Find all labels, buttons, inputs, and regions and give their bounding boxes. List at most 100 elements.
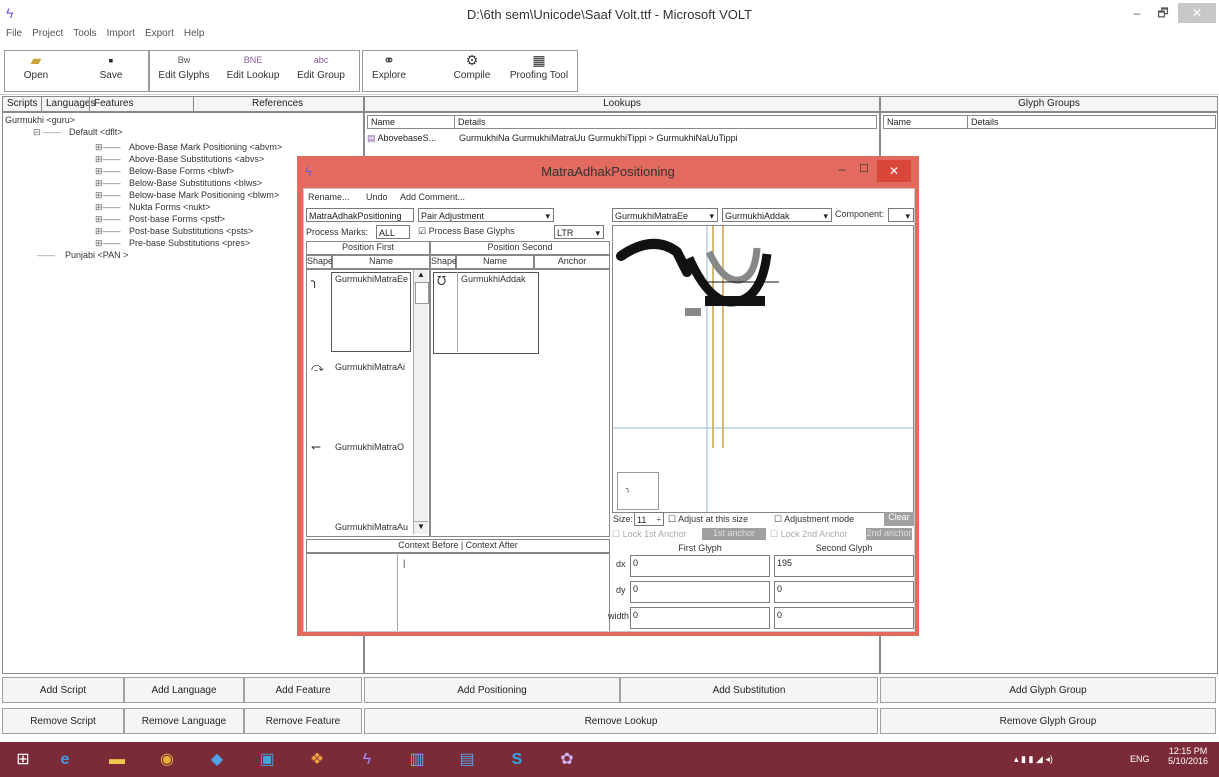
add-comment-menu[interactable]: Add Comment...: [400, 192, 465, 202]
tree-expander[interactable]: ⊞——: [95, 154, 121, 165]
glyph-groups-col-name[interactable]: Name: [883, 115, 968, 129]
preview-second-select[interactable]: GurmukhiAddak ▾: [722, 208, 832, 222]
list-item[interactable]: GurmukhiMatraAu: [335, 522, 408, 532]
tab-scripts[interactable]: Scripts: [7, 97, 38, 111]
tree-node-punjabi[interactable]: Punjabi <PAN >: [65, 250, 128, 260]
menu-tools[interactable]: Tools: [73, 28, 96, 39]
file-explorer-icon[interactable]: ▬: [100, 747, 134, 773]
undo-menu[interactable]: Undo: [366, 192, 388, 202]
col-shape-second[interactable]: Shape: [430, 255, 457, 269]
process-base-glyphs-checkbox[interactable]: ☑ Process Base Glyphs: [418, 226, 515, 237]
width-first-field[interactable]: 0: [630, 607, 770, 629]
open-button[interactable]: ▰ Open: [8, 50, 64, 90]
scroll-down-icon[interactable]: ▼: [414, 521, 428, 534]
first-anchor-button[interactable]: 1st anchor: [702, 528, 766, 540]
tree-feature-psts[interactable]: Post-base Substitutions <psts>: [129, 226, 253, 236]
remove-glyph-group-button[interactable]: Remove Glyph Group: [880, 708, 1216, 734]
skype-icon[interactable]: S: [500, 747, 534, 773]
add-substitution-button[interactable]: Add Substitution: [620, 677, 878, 703]
minimize-button[interactable]: –: [1124, 3, 1150, 23]
tree-feature-blws[interactable]: Below-Base Substitutions <blws>: [129, 178, 262, 188]
app-icon-blue[interactable]: ◆: [200, 747, 234, 773]
add-script-button[interactable]: Add Script: [2, 677, 124, 703]
tree-feature-pstf[interactable]: Post-base Forms <pstf>: [129, 214, 225, 224]
lookups-col-name[interactable]: Name: [367, 115, 456, 129]
internet-explorer-icon[interactable]: e: [48, 747, 82, 773]
tree-feature-nukt[interactable]: Nukta Forms <nukt>: [129, 202, 211, 212]
list-item[interactable]: GurmukhiMatraEe: [335, 274, 408, 284]
app-icon-teal[interactable]: ▣: [250, 747, 284, 773]
tree-expander[interactable]: ⊞——: [95, 226, 121, 237]
tree-expander[interactable]: ⊞——: [95, 238, 121, 249]
tree-feature-abvm[interactable]: Above-Base Mark Positioning <abvm>: [129, 142, 282, 152]
language-indicator[interactable]: ENG: [1130, 754, 1150, 764]
tree-expander[interactable]: ⊟: [33, 127, 41, 138]
direction-select[interactable]: LTR ▾: [554, 225, 604, 239]
add-language-button[interactable]: Add Language: [124, 677, 244, 703]
proofing-tool-button[interactable]: ▦ Proofing Tool: [504, 50, 574, 90]
tree-expander[interactable]: ⊞——: [95, 166, 121, 177]
edit-group-button[interactable]: abc Edit Group: [288, 50, 354, 90]
dialog-minimize-button[interactable]: –: [831, 162, 853, 180]
lookup-name-field[interactable]: MatraAdhakPositioning: [306, 208, 414, 222]
app-icon-doc[interactable]: ▤: [450, 747, 484, 773]
list-item[interactable]: GurmukhiMatraO: [335, 442, 404, 452]
tree-node-default[interactable]: Default <dflt>: [69, 127, 123, 137]
glyph-preview-canvas[interactable]: ╮: [612, 225, 914, 513]
table-row[interactable]: ▤ AbovebaseS... GurmukhiNa GurmukhiMatra…: [367, 133, 877, 147]
explore-button[interactable]: ⚭ Explore: [364, 50, 414, 90]
close-button[interactable]: ✕: [1178, 3, 1216, 23]
chrome-icon[interactable]: ◉: [150, 747, 184, 773]
dy-first-field[interactable]: 0: [630, 581, 770, 603]
start-windows-icon[interactable]: ⊞: [6, 747, 40, 773]
app-icon-dual[interactable]: ▥: [400, 747, 434, 773]
add-glyph-group-button[interactable]: Add Glyph Group: [880, 677, 1216, 703]
tab-references[interactable]: References: [193, 97, 303, 111]
process-marks-field[interactable]: ALL: [376, 225, 410, 239]
adjustment-type-select[interactable]: Pair Adjustment ▾: [418, 208, 554, 222]
tree-feature-abvs[interactable]: Above-Base Substitutions <abvs>: [129, 154, 264, 164]
col-shape-first[interactable]: Shape: [306, 255, 333, 269]
tree-expander[interactable]: ⊞——: [95, 142, 121, 153]
tree-expander[interactable]: ⊞——: [95, 190, 121, 201]
menu-export[interactable]: Export: [145, 28, 174, 39]
preview-first-select[interactable]: GurmukhiMatraEe ▾: [612, 208, 718, 222]
tree-expander[interactable]: ⊞——: [95, 214, 121, 225]
menu-file[interactable]: File: [6, 28, 22, 39]
col-name-first[interactable]: Name: [332, 255, 430, 269]
size-stepper[interactable]: 11 ÷: [634, 512, 664, 526]
adjustment-mode-checkbox[interactable]: ☐ Adjustment mode: [774, 514, 854, 525]
rename-menu[interactable]: Rename...: [308, 192, 350, 202]
menu-project[interactable]: Project: [32, 28, 63, 39]
scroll-thumb[interactable]: [415, 282, 429, 304]
lock-second-anchor-checkbox[interactable]: ☐ Lock 2nd Anchor: [770, 529, 848, 540]
menu-import[interactable]: Import: [107, 28, 135, 39]
list-item[interactable]: GurmukhiAddak: [461, 274, 526, 284]
volt-icon[interactable]: ϟ: [350, 747, 384, 773]
tree-node-gurmukhi[interactable]: Gurmukhi <guru>: [5, 115, 75, 125]
dy-second-field[interactable]: 0: [774, 581, 914, 603]
add-feature-button[interactable]: Add Feature: [244, 677, 362, 703]
width-second-field[interactable]: 0: [774, 607, 914, 629]
clock[interactable]: 12:15 PM 5/10/2016: [1168, 746, 1208, 766]
restore-button[interactable]: 🗗: [1150, 3, 1176, 23]
clear-button[interactable]: Clear: [884, 512, 914, 526]
component-select[interactable]: ▾: [888, 208, 914, 222]
remove-feature-button[interactable]: Remove Feature: [244, 708, 362, 734]
dx-second-field[interactable]: 195: [774, 555, 914, 577]
tree-feature-pres[interactable]: Pre-base Substitutions <pres>: [129, 238, 250, 248]
remove-script-button[interactable]: Remove Script: [2, 708, 124, 734]
tree-expander[interactable]: ⊞——: [95, 202, 121, 213]
second-anchor-button[interactable]: 2nd anchor: [866, 528, 912, 540]
col-anchor-second[interactable]: Anchor: [534, 255, 610, 269]
edit-lookup-button[interactable]: BNE Edit Lookup: [220, 50, 286, 90]
context-area[interactable]: |: [306, 553, 610, 631]
remove-lookup-button[interactable]: Remove Lookup: [364, 708, 878, 734]
dx-first-field[interactable]: 0: [630, 555, 770, 577]
menu-help[interactable]: Help: [184, 28, 205, 39]
tree-feature-blwm[interactable]: Below-base Mark Positioning <blwm>: [129, 190, 279, 200]
col-name-second[interactable]: Name: [456, 255, 534, 269]
remove-language-button[interactable]: Remove Language: [124, 708, 244, 734]
scrollbar[interactable]: ▲ ▼: [413, 270, 429, 534]
lookups-col-details[interactable]: Details: [454, 115, 877, 129]
